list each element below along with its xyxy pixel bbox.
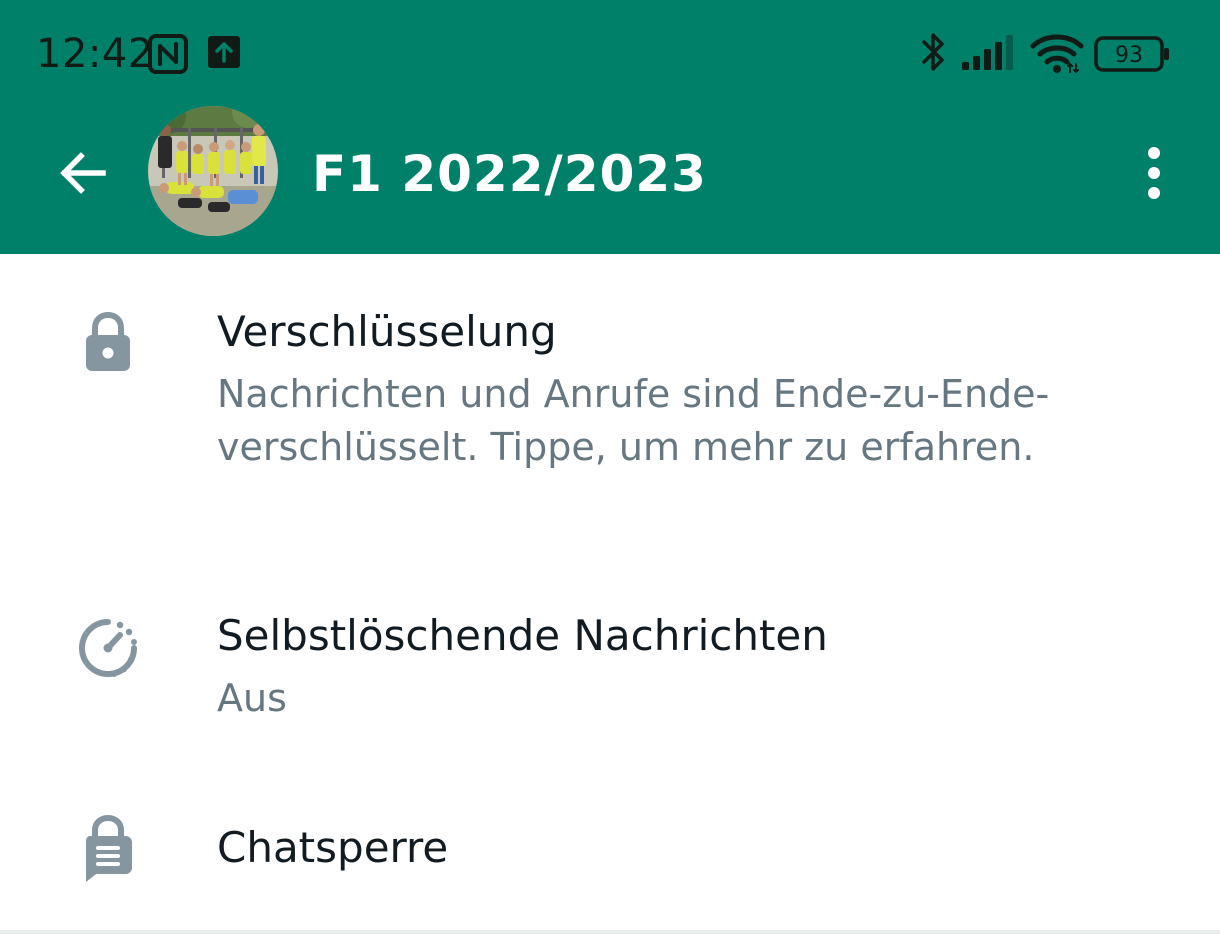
chat-lock-setting[interactable]: Chatsperre xyxy=(0,784,1220,924)
chat-title[interactable]: F1 2022/2023 xyxy=(312,144,707,204)
battery-icon: 93 xyxy=(1094,36,1169,72)
signal-icon xyxy=(962,35,1013,70)
wifi-icon xyxy=(1030,34,1084,74)
lock-icon xyxy=(72,306,144,378)
more-vertical-icon xyxy=(1148,147,1160,199)
top-app-bar: 12:42 93 F1 2022/2023 xyxy=(0,0,1220,254)
chat-header: F1 2022/2023 xyxy=(0,100,1220,254)
status-bar: 12:42 93 xyxy=(0,0,1220,110)
group-avatar[interactable] xyxy=(148,106,278,236)
encryption-setting[interactable]: Verschlüsselung Nachrichten und Anrufe s… xyxy=(0,254,1220,544)
divider xyxy=(0,930,1220,934)
status-time: 12:42 xyxy=(36,31,154,77)
nfc-icon xyxy=(148,34,188,74)
back-button[interactable] xyxy=(50,140,116,206)
upload-notification-icon xyxy=(208,36,240,68)
chat-lock-title: Chatsperre xyxy=(217,823,449,872)
encryption-title: Verschlüsselung xyxy=(217,307,557,356)
timer-icon xyxy=(72,612,144,684)
disappearing-messages-title: Selbstlöschende Nachrichten xyxy=(217,611,828,660)
more-options-button[interactable] xyxy=(1124,136,1184,210)
group-info-screen: 12:42 93 F1 2022/2023 Verschlüsselung Na… xyxy=(0,0,1220,934)
bluetooth-icon xyxy=(922,33,944,71)
encryption-subtitle: Nachrichten und Anrufe sind Ende-zu-Ende… xyxy=(217,372,1050,469)
battery-level-text: 93 xyxy=(1115,43,1143,68)
chat-lock-icon xyxy=(72,812,144,884)
arrow-left-icon xyxy=(60,152,106,194)
disappearing-messages-setting[interactable]: Selbstlöschende Nachrichten Aus xyxy=(0,574,1220,744)
group-photo xyxy=(148,106,278,236)
disappearing-messages-subtitle: Aus xyxy=(217,676,287,720)
